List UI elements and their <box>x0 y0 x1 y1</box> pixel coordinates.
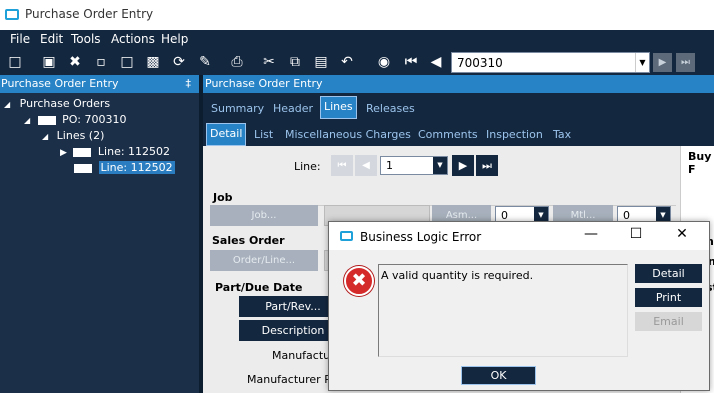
window-title-bar: Purchase Order Entry <box>0 0 714 30</box>
chevron-down-icon[interactable]: ▼ <box>433 157 447 174</box>
maximize-icon[interactable]: ☐ <box>626 226 646 242</box>
tree-node-label: Purchase Orders <box>19 97 111 110</box>
tree-node-line-2[interactable]: Line: 112502 <box>74 161 175 174</box>
first-line-icon[interactable]: ⏮ <box>331 155 353 176</box>
menu-edit[interactable]: Edit <box>40 32 63 46</box>
tab-header[interactable]: Header <box>273 102 313 115</box>
previous-record-icon[interactable]: ◀ <box>427 54 445 70</box>
tree-node-po[interactable]: ◢ PO: 700310 <box>24 113 126 126</box>
tree-panel-title: Purchase Order Entry <box>1 77 119 90</box>
sales-order-section-label: Sales Order <box>212 234 285 247</box>
tree-node-label: PO: 700310 <box>62 113 127 126</box>
manufacturer-label: Manufactu <box>272 349 331 362</box>
po-number-value: 700310 <box>457 56 503 70</box>
menu-help[interactable]: Help <box>161 32 188 46</box>
pin-icon[interactable]: ‡ <box>186 77 192 90</box>
last-record-icon[interactable]: ⏭ <box>676 53 695 72</box>
collapse-arrow-icon[interactable]: ◢ <box>4 100 10 109</box>
folder-icon <box>74 163 92 173</box>
tab-summary[interactable]: Summary <box>211 102 264 115</box>
previous-line-icon[interactable]: ◀ <box>355 155 377 176</box>
menu-tools[interactable]: Tools <box>71 32 101 46</box>
tree-node-lines[interactable]: ◢ Lines (2) <box>42 129 104 142</box>
error-icon: ✖ <box>344 266 374 296</box>
dialog-title-bar: Business Logic Error — ☐ ✕ <box>329 222 709 250</box>
chevron-down-icon[interactable]: ▼ <box>635 53 649 72</box>
menu-bar: File Edit Tools Actions Help <box>0 30 714 50</box>
tab-releases[interactable]: Releases <box>366 102 415 115</box>
detail-button[interactable]: Detail <box>635 264 702 283</box>
menu-actions[interactable]: Actions <box>111 32 155 46</box>
window-title: Purchase Order Entry <box>25 7 154 21</box>
collapse-arrow-icon[interactable]: ◢ <box>24 116 30 125</box>
tab-detail[interactable]: Detail <box>206 123 247 146</box>
next-record-icon[interactable]: ▶ <box>653 53 672 72</box>
tree-node-purchase-orders[interactable]: ◢ Purchase Orders <box>4 97 110 110</box>
print-icon[interactable]: ⎙ <box>228 54 246 70</box>
print-button[interactable]: Print <box>635 288 702 307</box>
tree-panel-header: Purchase Order Entry ‡ <box>0 75 199 93</box>
close-icon[interactable]: ✕ <box>672 226 692 242</box>
new-icon[interactable]: □ <box>6 54 24 70</box>
folder-icon <box>73 147 92 157</box>
binoculars-icon[interactable]: ◉ <box>375 54 393 70</box>
expand-arrow-icon[interactable]: ▶ <box>60 148 67 158</box>
manufacturer-part-label: Manufacturer P <box>247 373 331 386</box>
delete-icon[interactable]: ✖ <box>66 54 84 70</box>
order-line-button[interactable]: Order/Line... <box>210 250 318 271</box>
first-record-icon[interactable]: ⏮ <box>402 54 420 70</box>
next-line-icon[interactable]: ▶ <box>452 155 474 176</box>
collapse-arrow-icon[interactable]: ◢ <box>42 132 48 141</box>
tree-node-label-selected: Line: 112502 <box>98 161 175 174</box>
menu-file[interactable]: File <box>10 32 30 46</box>
line-number-value: 1 <box>386 159 393 172</box>
main-tab-strip: Summary Header Lines Releases <box>203 93 714 120</box>
line-label: Line: <box>294 160 321 173</box>
app-icon <box>340 231 353 241</box>
tab-tax[interactable]: Tax <box>553 128 571 141</box>
paste-icon[interactable]: ▤ <box>312 54 330 70</box>
tab-list[interactable]: List <box>254 128 273 141</box>
tree-node-line-1[interactable]: ▶ Line: 112502 <box>60 145 170 158</box>
sub-tab-strip: Detail List Miscellaneous Charges Commen… <box>203 120 714 146</box>
tree-panel: Purchase Order Entry ‡ ◢ Purchase Orders… <box>0 75 199 393</box>
tab-lines[interactable]: Lines <box>320 96 357 119</box>
save-icon[interactable]: ▣ <box>40 54 58 70</box>
undo-icon[interactable]: ↶ <box>338 54 356 70</box>
ok-button[interactable]: OK <box>461 366 536 385</box>
book-icon[interactable]: ▫ <box>92 54 110 70</box>
business-logic-error-dialog: Business Logic Error — ☐ ✕ ✖ A valid qua… <box>328 221 710 391</box>
buy-label: Buy F <box>688 150 712 176</box>
attachment-icon[interactable]: ▩ <box>144 54 162 70</box>
clear-icon[interactable]: ✎ <box>196 54 214 70</box>
error-message: A valid quantity is required. <box>378 264 628 357</box>
part-due-section-label: Part/Due Date <box>215 281 303 294</box>
dialog-title: Business Logic Error <box>360 230 482 244</box>
tab-comments[interactable]: Comments <box>418 128 478 141</box>
tree-node-label: Line: 112502 <box>97 145 171 158</box>
cut-icon[interactable]: ✂ <box>260 54 278 70</box>
job-button[interactable]: Job... <box>210 205 318 226</box>
refresh-icon[interactable]: ⟳ <box>170 54 188 70</box>
tree-node-label: Lines (2) <box>56 129 105 142</box>
line-number-combo[interactable]: 1 ▼ <box>380 156 448 175</box>
email-button[interactable]: Email <box>635 312 702 331</box>
memo-icon[interactable]: □ <box>118 54 136 70</box>
tab-inspection[interactable]: Inspection <box>486 128 543 141</box>
last-line-icon[interactable]: ⏭ <box>476 155 498 176</box>
app-icon <box>5 9 19 20</box>
folder-icon <box>37 115 56 125</box>
po-number-combo[interactable]: 700310 ▼ <box>451 52 650 73</box>
panel-header: Purchase Order Entry <box>203 75 714 93</box>
copy-icon[interactable]: ⧉ <box>286 54 304 70</box>
job-section-label: Job <box>213 191 233 204</box>
tab-misc-charges[interactable]: Miscellaneous Charges <box>285 128 411 141</box>
minimize-icon[interactable]: — <box>581 226 601 242</box>
